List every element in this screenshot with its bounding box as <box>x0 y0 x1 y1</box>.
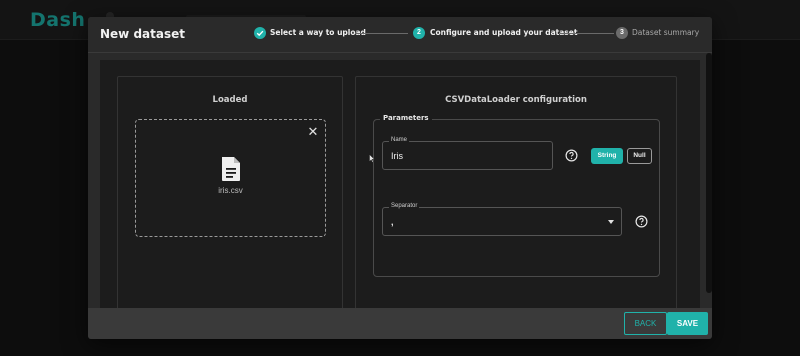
string-type-chip[interactable]: String <box>591 148 623 164</box>
step-3-label: Dataset summary <box>632 28 700 37</box>
loaded-title: Loaded <box>212 95 248 105</box>
back-button[interactable]: BACK <box>624 312 667 335</box>
modal-header: New dataset Select a way to upload 2 Con… <box>88 17 712 53</box>
null-type-chip[interactable]: Null <box>627 148 652 164</box>
document-icon <box>222 157 240 181</box>
modal-footer: BACK SAVE <box>88 308 712 339</box>
parameters-legend: Parameters <box>380 114 432 122</box>
modal-title: New dataset <box>100 27 185 41</box>
scrollbar[interactable] <box>706 53 712 293</box>
separator-select[interactable]: Separator , <box>382 203 622 236</box>
name-field[interactable]: Name Iris <box>382 137 553 170</box>
loaded-panel: Loaded ✕ iris.csv <box>117 76 343 316</box>
save-button[interactable]: SAVE <box>667 312 708 335</box>
help-icon[interactable] <box>635 215 648 228</box>
separator-value: , <box>391 217 394 227</box>
help-icon[interactable] <box>565 149 578 162</box>
config-panel: CSVDataLoader configuration Parameters N… <box>355 76 677 316</box>
file-dropzone[interactable]: ✕ iris.csv <box>135 119 326 237</box>
step-1-check-icon <box>254 27 266 39</box>
separator-label: Separator <box>389 203 420 209</box>
close-icon[interactable]: ✕ <box>306 125 320 139</box>
name-field-value: Iris <box>391 151 403 161</box>
stepper: Select a way to upload 2 Configure and u… <box>254 27 702 43</box>
step-3-number: 3 <box>616 27 628 39</box>
file-name: iris.csv <box>218 186 243 195</box>
name-field-label: Name <box>389 137 410 143</box>
step-1-label: Select a way to upload <box>270 28 366 37</box>
new-dataset-modal: New dataset Select a way to upload 2 Con… <box>88 17 712 339</box>
step-connector <box>560 33 614 34</box>
chevron-down-icon[interactable] <box>608 220 614 224</box>
parameters-fieldset: Parameters Name Iris String Null Separat… <box>373 114 660 277</box>
config-title: CSVDataLoader configuration <box>445 95 587 105</box>
modal-body: Loaded ✕ iris.csv CSVDataLoader configur… <box>100 60 700 316</box>
mouse-cursor-icon <box>369 154 375 163</box>
step-connector <box>356 33 408 34</box>
step-2-label: Configure and upload your dataset <box>430 28 578 37</box>
step-2-number: 2 <box>413 27 425 39</box>
